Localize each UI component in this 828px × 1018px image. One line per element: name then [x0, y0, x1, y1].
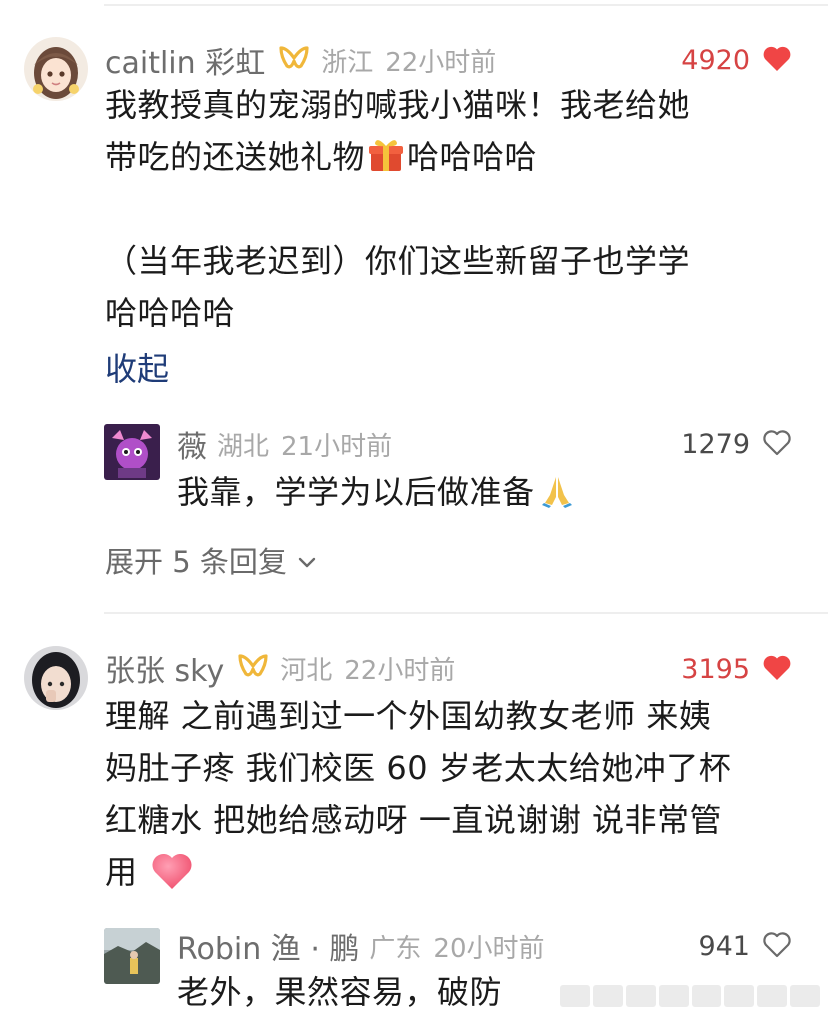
like-count: 1279: [681, 428, 750, 460]
pray-emoji-icon: [539, 472, 575, 524]
watermark-block: [691, 985, 722, 1007]
watermark-block: [592, 985, 623, 1007]
expand-replies-button[interactable]: 展开 5 条回复: [105, 540, 317, 580]
collapse-link[interactable]: 收起: [105, 344, 169, 390]
timestamp: 22小时前: [344, 655, 456, 686]
comment-meta: caitlin 彩虹 浙江 22小时前: [105, 38, 497, 82]
like-count: 941: [698, 930, 750, 962]
location: 湖北: [217, 431, 270, 462]
comment-text-line: 红糖水 把她给感动呀 一直说谢谢 说非常管: [105, 801, 723, 839]
avatar[interactable]: [24, 646, 88, 710]
heart-outline-icon: [762, 429, 792, 460]
expand-replies-label: 展开 5 条回复: [105, 545, 287, 579]
heart-icon: [762, 45, 792, 76]
vip-badge-icon: [277, 45, 311, 75]
like-button[interactable]: 4920: [681, 42, 792, 78]
comment-meta: 张张 sky 河北 22小时前: [105, 646, 456, 690]
vip-badge-icon: [236, 653, 270, 683]
comment-text-line: 我教授真的宠溺的喊我小猫咪！我老给她: [105, 86, 691, 124]
username[interactable]: 薇: [177, 422, 207, 466]
like-count: 3195: [681, 653, 750, 685]
reply-text: 我靠，学学为以后做准备: [177, 466, 575, 524]
username[interactable]: Robin 渔 · 鹏: [177, 924, 359, 968]
comment-text-segment: 哈哈哈哈: [407, 138, 538, 176]
avatar[interactable]: [104, 424, 160, 480]
heart-outline-icon: [762, 931, 792, 962]
like-button[interactable]: 3195: [681, 651, 792, 687]
avatar[interactable]: [24, 37, 88, 101]
comment-text-line: 用: [105, 846, 194, 906]
heart-icon: [762, 654, 792, 685]
top-divider: [104, 4, 828, 6]
comment-text-segment: 用: [105, 853, 138, 891]
like-button[interactable]: 941: [698, 929, 792, 963]
username[interactable]: caitlin 彩虹: [105, 38, 265, 82]
location: 广东: [369, 933, 422, 964]
heart-emoji-icon: [150, 851, 194, 906]
reply-text: 老外，果然容易，破防: [177, 973, 503, 1011]
avatar[interactable]: [104, 928, 160, 984]
like-count: 4920: [681, 44, 750, 76]
chevron-down-icon: [297, 543, 317, 577]
comment-text-line: 理解 之前遇到过一个外国幼教女老师 来姨: [105, 697, 712, 735]
gift-emoji-icon: [367, 136, 405, 189]
like-button[interactable]: 1279: [681, 427, 792, 461]
comment-divider: [104, 612, 828, 614]
reply-meta: Robin 渔 · 鹏 广东 20小时前: [177, 924, 545, 968]
watermark-block: [625, 985, 656, 1007]
location: 浙江: [321, 47, 374, 78]
comment-text-line: （当年我老迟到）你们这些新留子也学学: [105, 242, 691, 280]
watermark-block: [790, 985, 820, 1007]
watermark: [560, 985, 820, 1007]
reply-meta: 薇 湖北 21小时前: [177, 422, 393, 466]
comment-text-line: 带吃的还送她礼物 哈哈哈哈: [105, 131, 537, 189]
watermark-block: [757, 985, 788, 1007]
timestamp: 22小时前: [385, 47, 497, 78]
watermark-block: [724, 985, 755, 1007]
comment-text-segment: 带吃的还送她礼物: [105, 138, 366, 176]
timestamp: 21小时前: [281, 431, 393, 462]
timestamp: 20小时前: [433, 933, 545, 964]
comment-text-line: 妈肚子疼 我们校医 60 岁老太太给她冲了杯: [105, 749, 732, 787]
watermark-block: [560, 985, 590, 1007]
watermark-block: [658, 985, 689, 1007]
comment-text-line: 哈哈哈哈: [105, 294, 236, 332]
username[interactable]: 张张 sky: [105, 646, 224, 690]
location: 河北: [280, 655, 333, 686]
reply-text-segment: 我靠，学学为以后做准备: [177, 473, 535, 511]
